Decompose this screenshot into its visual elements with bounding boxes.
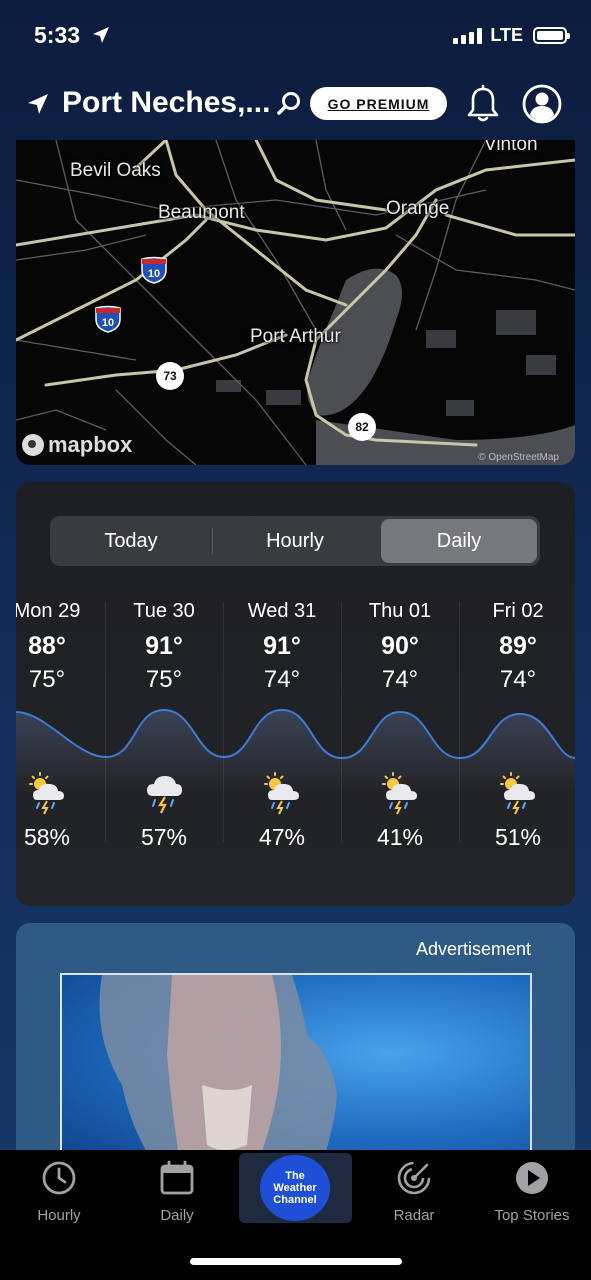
day-low-temp: 74°	[499, 666, 537, 693]
go-premium-label: GO PREMIUM	[327, 95, 430, 112]
status-time: 5:33	[34, 22, 81, 48]
day-low-temp: 75°	[28, 666, 66, 693]
location-services-icon	[93, 27, 109, 43]
tab-daily-nav[interactable]: Daily	[118, 1160, 236, 1230]
forecast-card: Today Hourly Daily Mon 29 88° 75° 58% Tu…	[16, 482, 575, 906]
tab-hourly-label: Hourly	[37, 1207, 81, 1224]
home-indicator[interactable]	[190, 1258, 402, 1265]
status-indicators: LTE	[453, 25, 570, 46]
day-low-temp: 75°	[145, 666, 183, 693]
profile-avatar-icon[interactable]	[522, 84, 562, 124]
tab-hourly-nav[interactable]: Hourly	[0, 1160, 118, 1230]
map-label-port-arthur: Port Arthur	[250, 326, 341, 347]
tab-home-nav[interactable]: The Weather Channel	[239, 1153, 352, 1223]
go-premium-button[interactable]: GO PREMIUM	[310, 87, 447, 120]
interstate-shield-icon: 10	[141, 256, 167, 284]
map-label-beaumont: Beaumont	[158, 202, 245, 223]
svg-text:10: 10	[148, 268, 160, 280]
day-column[interactable]: Mon 29 88° 75° 58%	[16, 592, 106, 852]
day-column[interactable]: Thu 01 90° 74° 41%	[341, 592, 459, 852]
ad-torso-illustration	[99, 975, 337, 1163]
cellular-signal-icon	[453, 27, 483, 44]
mapbox-logo: mapbox	[22, 432, 132, 458]
precip-chance: 51%	[494, 824, 542, 850]
location-name[interactable]: Port Neches,...	[62, 86, 270, 120]
map-credit[interactable]: © OpenStreetMap	[478, 452, 559, 463]
forecast-segmented-control: Today Hourly Daily	[50, 516, 540, 566]
tab-daily[interactable]: Daily	[381, 519, 537, 563]
day-low-temp: 74°	[263, 666, 301, 693]
tab-top-stories-nav[interactable]: Top Stories	[473, 1160, 591, 1230]
map-label-orange: Orange	[386, 198, 450, 219]
svg-text:10: 10	[102, 317, 114, 329]
thunderstorm-icon	[147, 776, 182, 814]
precip-chance: 58%	[23, 824, 71, 850]
route-marker-73: 73	[156, 362, 184, 390]
advertisement-card[interactable]: Advertisement	[16, 923, 575, 1163]
day-column[interactable]: Fri 02 89° 74° 51%	[459, 592, 575, 852]
tab-today[interactable]: Today	[53, 519, 209, 563]
interstate-shield-icon: 10	[95, 305, 121, 333]
day-high-temp: 88°	[28, 632, 66, 660]
tab-daily-label: Daily	[160, 1207, 194, 1224]
logo-line: The	[285, 1170, 305, 1182]
partly-cloudy-thunderstorm-icon	[500, 772, 535, 815]
mapbox-logo-text: mapbox	[48, 432, 133, 457]
tab-top-stories-label: Top Stories	[494, 1207, 570, 1224]
map-roads	[16, 140, 575, 465]
precip-chance: 47%	[258, 824, 306, 850]
location-arrow-icon[interactable]	[26, 92, 50, 116]
day-name: Tue 30	[133, 600, 195, 622]
day-name: Wed 31	[247, 600, 317, 622]
app-header: Port Neches,... GO PREMIUM	[0, 78, 591, 134]
the-weather-channel-logo: The Weather Channel	[260, 1155, 330, 1221]
battery-icon	[533, 27, 570, 44]
day-column[interactable]: Tue 30 91° 75° 57%	[105, 592, 223, 852]
day-high-temp: 91°	[263, 632, 301, 660]
precip-chance: 41%	[376, 824, 424, 850]
play-icon	[516, 1162, 548, 1194]
map-label-vinton: Vinton	[484, 140, 538, 155]
partly-cloudy-thunderstorm-icon	[29, 772, 64, 815]
day-name: Thu 01	[368, 600, 432, 622]
advertisement-image[interactable]	[60, 973, 532, 1163]
radar-icon	[397, 1161, 431, 1195]
mapbox-logo-icon	[22, 434, 44, 456]
logo-line: Channel	[273, 1194, 317, 1206]
partly-cloudy-thunderstorm-icon	[382, 772, 417, 815]
search-icon[interactable]	[275, 90, 303, 118]
day-name: Fri 02	[492, 600, 544, 622]
tab-hourly[interactable]: Hourly	[217, 519, 373, 563]
daily-forecast-list: Mon 29 88° 75° 58% Tue 30 91° 75° 57% We…	[16, 592, 575, 852]
precip-chance: 57%	[140, 824, 188, 850]
day-high-temp: 89°	[499, 632, 537, 660]
status-bar: 5:33 LTE	[0, 0, 591, 70]
route-marker-82: 82	[348, 413, 376, 441]
notifications-bell-icon[interactable]	[466, 84, 500, 124]
calendar-icon	[160, 1160, 194, 1195]
day-high-temp: 90°	[381, 632, 419, 660]
day-low-temp: 74°	[381, 666, 419, 693]
map-label-bevil-oaks: Bevil Oaks	[70, 160, 161, 181]
day-name: Mon 29	[16, 600, 81, 622]
tab-radar-label: Radar	[393, 1207, 435, 1224]
day-high-temp: 91°	[145, 632, 183, 660]
radar-map[interactable]: Vinton Bevil Oaks Beaumont Orange Port A…	[16, 140, 575, 465]
advertisement-label: Advertisement	[415, 939, 531, 959]
network-type: LTE	[490, 25, 523, 45]
clock-icon	[42, 1161, 76, 1195]
day-column[interactable]: Wed 31 91° 74° 47%	[223, 592, 341, 852]
tab-radar-nav[interactable]: Radar	[355, 1160, 473, 1230]
logo-line: Weather	[273, 1182, 317, 1194]
partly-cloudy-thunderstorm-icon	[264, 772, 299, 815]
